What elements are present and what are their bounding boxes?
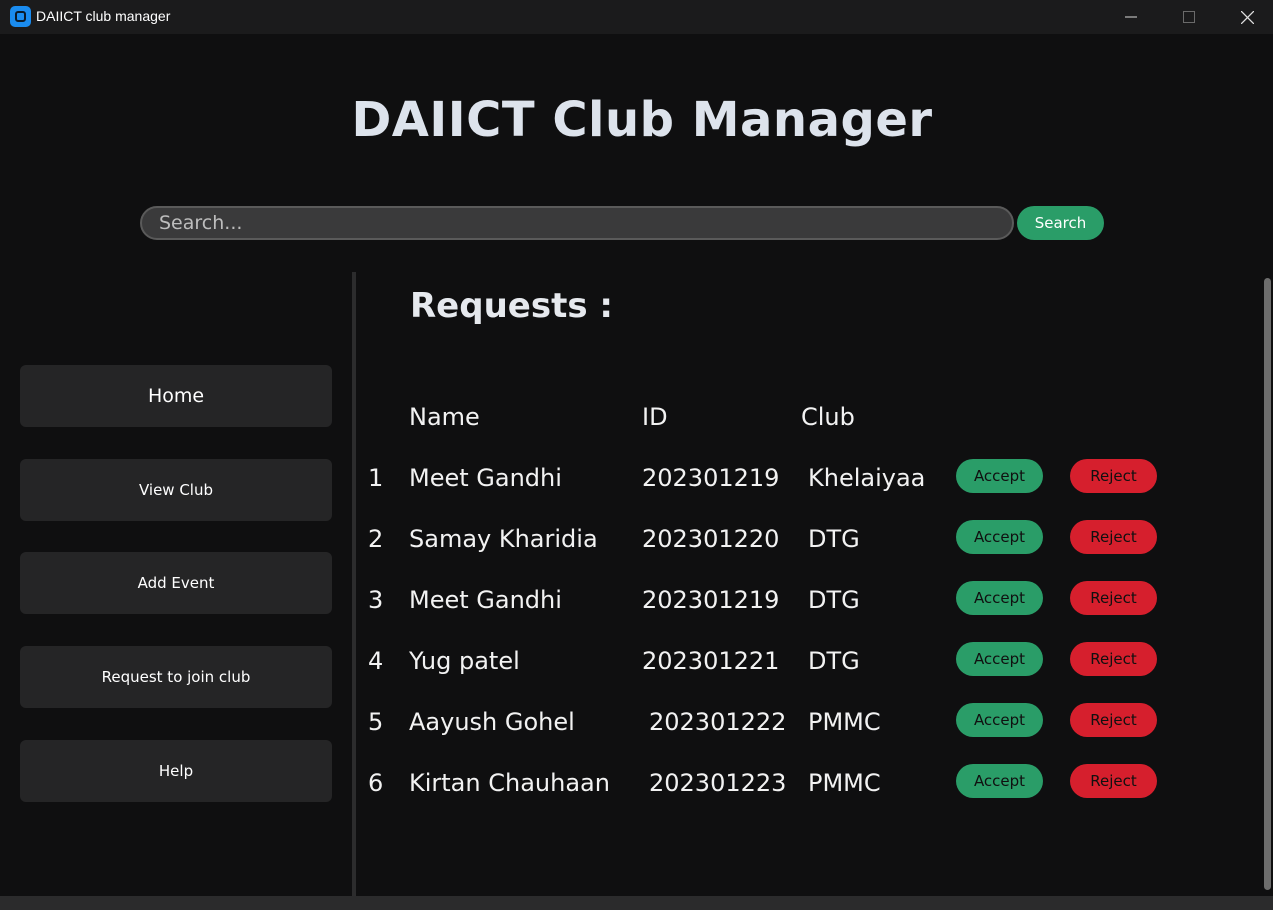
reject-button[interactable]: Reject (1070, 459, 1157, 493)
accept-button[interactable]: Accept (956, 581, 1043, 615)
row-club: DTG (808, 586, 860, 614)
column-header-id: ID (642, 403, 668, 431)
sidebar-item-help[interactable]: Help (20, 740, 332, 802)
reject-button[interactable]: Reject (1070, 581, 1157, 615)
row-name: Aayush Gohel (409, 708, 575, 736)
title-bar: DAIICT club manager (0, 0, 1273, 34)
row-name: Samay Kharidia (409, 525, 598, 553)
column-header-name: Name (409, 403, 480, 431)
row-index: 6 (368, 769, 384, 797)
row-index: 4 (368, 647, 384, 675)
sidebar: Home View Club Add Event Request to join… (0, 272, 352, 896)
sidebar-item-add-event[interactable]: Add Event (20, 552, 332, 614)
row-index: 5 (368, 708, 384, 736)
row-id: 202301221 (642, 647, 780, 675)
requests-title: Requests : (410, 286, 614, 326)
sidebar-item-home[interactable]: Home (20, 365, 332, 427)
row-name: Kirtan Chauhaan (409, 769, 610, 797)
row-id: 202301219 (642, 586, 780, 614)
accept-button[interactable]: Accept (956, 520, 1043, 554)
row-id: 202301222 (649, 708, 787, 736)
row-index: 2 (368, 525, 384, 553)
accept-button[interactable]: Accept (956, 459, 1043, 493)
bottom-bar (0, 896, 1273, 910)
row-id: 202301223 (649, 769, 787, 797)
sidebar-item-request-to-join-club[interactable]: Request to join club (20, 646, 332, 708)
reject-button[interactable]: Reject (1070, 520, 1157, 554)
row-club: PMMC (808, 769, 881, 797)
row-club: Khelaiyaa (808, 464, 926, 492)
accept-button[interactable]: Accept (956, 642, 1043, 676)
maximize-icon (1183, 11, 1195, 23)
sidebar-divider (352, 272, 356, 896)
row-club: DTG (808, 525, 860, 553)
maximize-button[interactable] (1160, 0, 1218, 34)
search-input[interactable] (140, 206, 1014, 240)
row-id: 202301219 (642, 464, 780, 492)
app-icon (10, 6, 31, 27)
scrollbar-thumb[interactable] (1264, 278, 1271, 890)
row-index: 1 (368, 464, 384, 492)
close-icon (1240, 10, 1254, 24)
minimize-button[interactable] (1102, 0, 1160, 34)
row-club: PMMC (808, 708, 881, 736)
reject-button[interactable]: Reject (1070, 642, 1157, 676)
window-title: DAIICT club manager (36, 8, 171, 24)
page-title: DAIICT Club Manager (351, 92, 933, 148)
minimize-icon (1125, 16, 1137, 18)
row-name: Meet Gandhi (409, 586, 562, 614)
row-name: Yug patel (409, 647, 520, 675)
search-button[interactable]: Search (1017, 206, 1104, 240)
column-header-club: Club (801, 403, 855, 431)
row-id: 202301220 (642, 525, 780, 553)
row-club: DTG (808, 647, 860, 675)
close-button[interactable] (1218, 0, 1273, 34)
row-index: 3 (368, 586, 384, 614)
row-name: Meet Gandhi (409, 464, 562, 492)
reject-button[interactable]: Reject (1070, 764, 1157, 798)
reject-button[interactable]: Reject (1070, 703, 1157, 737)
sidebar-item-view-club[interactable]: View Club (20, 459, 332, 521)
accept-button[interactable]: Accept (956, 764, 1043, 798)
accept-button[interactable]: Accept (956, 703, 1043, 737)
